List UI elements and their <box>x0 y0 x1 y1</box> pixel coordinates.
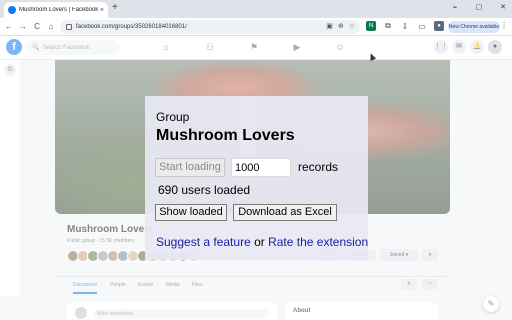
install-icon[interactable]: ▣ <box>326 22 333 32</box>
address-url: facebook.com/groups/350260184016801/ <box>76 24 187 30</box>
download-excel-button[interactable]: Download as Excel <box>233 204 337 221</box>
show-loaded-button[interactable]: Show loaded <box>155 204 227 221</box>
n-ext-icon[interactable]: N <box>366 21 376 31</box>
home-icon[interactable]: ⌂ <box>46 21 56 32</box>
start-loading-button[interactable]: Start loading <box>155 158 225 177</box>
maximize-icon[interactable]: ▢ <box>474 2 484 14</box>
back-icon[interactable]: ← <box>4 21 14 32</box>
minimize-icon[interactable]: – <box>450 2 460 14</box>
puzzle-icon[interactable]: ⧉ <box>383 21 393 31</box>
profile-icon[interactable]: ● <box>434 21 444 31</box>
extension-popup: Group Mushroom Lovers Start loading reco… <box>145 96 368 260</box>
window-controls: – ▢ ✕ <box>450 2 508 14</box>
new-chrome-available-button[interactable]: New Chrome available <box>448 21 500 33</box>
popup-heading: Group <box>156 110 190 124</box>
download-icon[interactable]: ⇩ <box>400 21 410 31</box>
browser-menu-icon[interactable]: ⋮ <box>500 21 508 30</box>
new-tab-button[interactable]: + <box>112 2 118 14</box>
or-text: or <box>250 235 269 249</box>
loaded-status: 690 users loaded <box>158 183 251 197</box>
tab-close-icon[interactable]: × <box>100 7 104 14</box>
browser-tabstrip: Mushroom Lovers | Facebook × + ⌄ – ▢ ✕ <box>0 0 512 18</box>
popup-footer-links: Suggest a feature or Rate the extension <box>156 235 368 249</box>
suggest-feature-link[interactable]: Suggest a feature <box>156 235 251 249</box>
cast-icon[interactable]: ▭ <box>417 21 427 31</box>
close-window-icon[interactable]: ✕ <box>498 2 508 14</box>
browser-tab[interactable]: Mushroom Lovers | Facebook × <box>4 2 108 18</box>
site-info-icon[interactable] <box>66 24 72 30</box>
address-bar[interactable]: facebook.com/groups/350260184016801/ ▣ ⊕… <box>60 20 360 34</box>
browser-toolbar: ← → C ⌂ facebook.com/groups/350260184016… <box>0 18 512 36</box>
forward-icon[interactable]: → <box>18 21 28 32</box>
tab-title: Mushroom Lovers | Facebook <box>19 7 98 13</box>
bookmark-star-icon[interactable]: ☆ <box>349 22 355 32</box>
record-count-input[interactable] <box>231 158 291 177</box>
records-label: records <box>298 160 339 174</box>
reload-icon[interactable]: C <box>32 21 42 32</box>
rate-extension-link[interactable]: Rate the extension <box>268 235 368 249</box>
zoom-icon[interactable]: ⊕ <box>338 22 344 32</box>
extension-icons: N ⧉ ⇩ ▭ ● <box>366 21 444 31</box>
popup-group-name: Mushroom Lovers <box>156 127 295 144</box>
facebook-favicon-icon <box>8 6 16 14</box>
